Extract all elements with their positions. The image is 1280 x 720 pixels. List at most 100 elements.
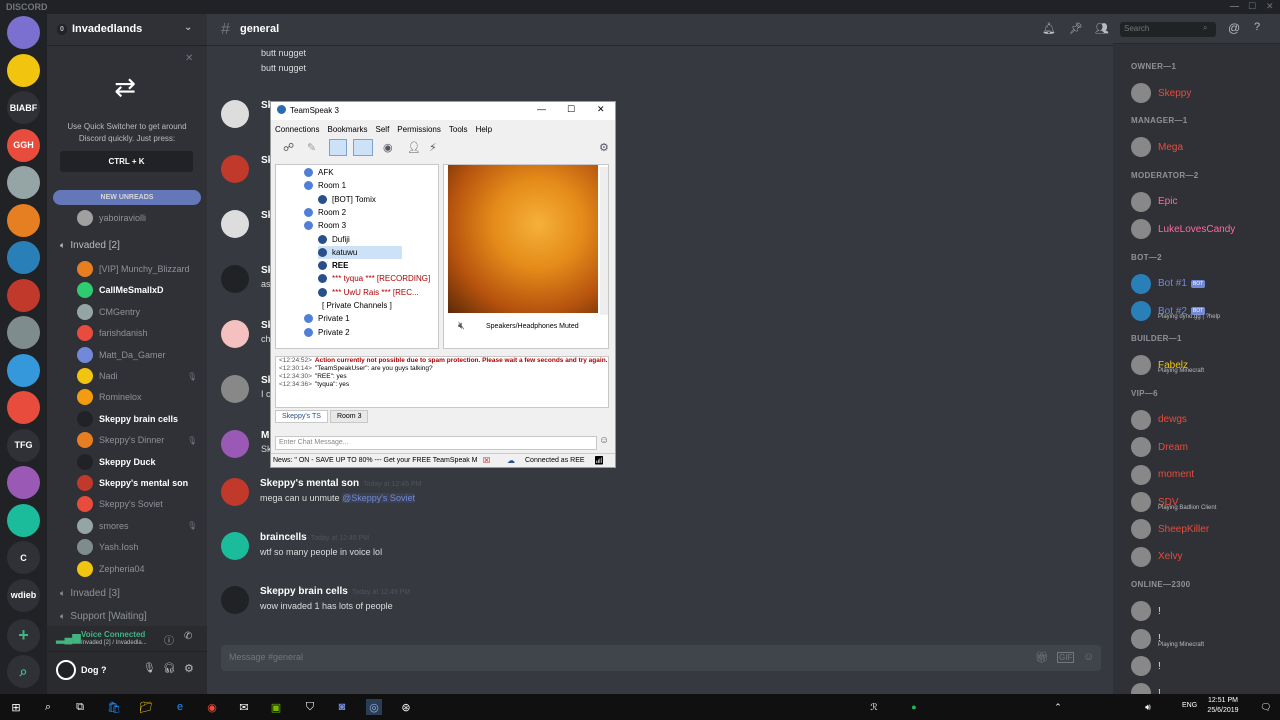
member-item[interactable]: SDV Playing Badlion Client	[1131, 490, 1279, 514]
member-item[interactable]: LukeLovesCandy	[1131, 217, 1279, 241]
ts-user[interactable]: REE	[318, 259, 348, 272]
voice-user[interactable]: Nadi 🎙︎	[47, 366, 207, 386]
help-icon[interactable]: ?	[1254, 21, 1260, 33]
gear-icon[interactable]: ⚙	[184, 662, 194, 675]
connect-icon[interactable]: ☍	[283, 141, 294, 154]
edge-icon[interactable]: e	[172, 699, 188, 715]
avatar[interactable]	[221, 478, 249, 506]
ts-channel[interactable]: Room 2	[304, 206, 346, 219]
ts-maximize-button[interactable]: ☐	[567, 104, 575, 115]
server-icon[interactable]: BIABF	[7, 91, 40, 124]
discord-taskbar-icon[interactable]: ◙	[334, 699, 350, 715]
emoji-icon[interactable]: ☺	[599, 435, 609, 446]
file-explorer-icon[interactable]: 📁︎	[138, 699, 154, 715]
close-icon[interactable]: ✕	[185, 53, 193, 64]
teamspeak-taskbar-icon[interactable]: ◎	[366, 699, 382, 715]
message-author[interactable]: M	[261, 430, 269, 441]
server-icon[interactable]: TFG	[7, 428, 40, 462]
member-item[interactable]: Mega	[1131, 135, 1279, 159]
whisper-icon[interactable]: ⚡︎	[429, 141, 437, 154]
voice-channel-support[interactable]: 🔈︎ Support [Waiting]	[47, 606, 207, 626]
maximize-button[interactable]: ☐	[1248, 1, 1256, 12]
ts-tab[interactable]: Skeppy's TS	[275, 410, 328, 423]
close-button[interactable]: ✕	[1266, 1, 1274, 12]
discover-icon[interactable]: ⌕	[7, 655, 40, 688]
member-item[interactable]: !	[1131, 654, 1279, 678]
mute-speakers-button[interactable]	[353, 139, 373, 156]
voice-channel-invaded-3[interactable]: 🔈︎ Invaded [3]	[47, 583, 207, 603]
store-icon[interactable]: 🛍︎	[106, 699, 122, 715]
volume-icon[interactable]: 🔊︎	[1140, 699, 1156, 715]
voice-user[interactable]: Skeppy Duck	[47, 452, 207, 472]
server-header[interactable]: 0 Invadedlands ⌄	[47, 14, 207, 46]
server-icon[interactable]	[7, 203, 40, 237]
ts-menu-tools[interactable]: Tools	[449, 125, 468, 134]
search-icon[interactable]: ⌕	[40, 699, 56, 715]
voice-user[interactable]: Matt_Da_Gamer	[47, 345, 207, 365]
ts-channel[interactable]: Private 2	[304, 326, 350, 339]
member-item[interactable]: Xelvy	[1131, 545, 1279, 569]
member-item[interactable]: Skeppy	[1131, 81, 1279, 105]
clock-date[interactable]: 25/6/2019	[1204, 707, 1242, 714]
microphone-icon[interactable]: 🎙︎	[143, 663, 156, 674]
member-item[interactable]: Bot #1 BOT	[1131, 272, 1279, 296]
voice-user[interactable]: Rominelox	[47, 387, 207, 407]
gift-icon[interactable]: 🎁︎	[1035, 651, 1049, 664]
server-icon[interactable]	[7, 53, 40, 87]
minimize-button[interactable]: —	[1230, 1, 1239, 11]
server-icon[interactable]	[7, 16, 40, 49]
tray-icon[interactable]: ℛ	[866, 699, 882, 715]
ts-user[interactable]: [BOT] Tomix	[318, 193, 376, 206]
add-server-icon[interactable]: +	[7, 619, 40, 652]
contacts-icon[interactable]: 👤︎	[407, 141, 421, 154]
info-scrollbar[interactable]	[600, 167, 608, 315]
message-author[interactable]: Skeppy brain cells	[260, 586, 348, 597]
server-icon[interactable]	[7, 241, 40, 274]
away-icon[interactable]: ◉	[383, 141, 393, 154]
voice-user[interactable]: CallMeSmallxD	[47, 280, 207, 300]
app-taskbar-icon[interactable]: ⊛	[398, 699, 414, 715]
server-icon[interactable]	[7, 466, 40, 499]
spotify-icon[interactable]: ●	[906, 699, 922, 715]
server-icon[interactable]: wdieb	[7, 578, 40, 612]
ts-user[interactable]: *** UwU Rais *** [REC...	[318, 286, 419, 299]
avatar[interactable]	[221, 320, 249, 348]
message-author[interactable]: braincells	[260, 532, 307, 543]
member-item[interactable]: Dream	[1131, 435, 1279, 459]
server-icon[interactable]	[7, 278, 40, 312]
ts-user[interactable]: Dufiji	[318, 233, 350, 246]
member-item[interactable]: SheepKiller	[1131, 517, 1279, 541]
message-author[interactable]: Skeppy's mental son	[260, 478, 359, 489]
server-icon[interactable]	[7, 353, 40, 387]
member-item[interactable]: !	[1131, 599, 1279, 623]
language-indicator[interactable]: ENG	[1182, 702, 1197, 709]
windows-start-icon[interactable]: ⊞	[8, 699, 24, 715]
voice-user[interactable]: [VIP] Munchy_Blizzard	[47, 259, 207, 279]
avatar[interactable]	[221, 265, 249, 293]
ts-user[interactable]: *** tyqua *** [RECORDING]	[318, 272, 430, 285]
headphones-icon[interactable]: 🎧︎	[163, 663, 176, 674]
avatar[interactable]	[221, 430, 249, 458]
voice-user[interactable]: Skeppy's Soviet	[47, 494, 207, 514]
mention-icon[interactable]: @	[1228, 21, 1240, 35]
settings-icon[interactable]: ⚙	[599, 141, 609, 154]
bell-icon[interactable]: 🔔︎	[1042, 22, 1056, 35]
ts-menu-help[interactable]: Help	[476, 125, 492, 134]
emoji-icon[interactable]: ☺	[1083, 651, 1094, 663]
avatar[interactable]	[221, 155, 249, 183]
notifications-icon[interactable]: 🗨︎	[1258, 699, 1274, 715]
chevron-down-icon[interactable]: ⌄	[184, 22, 192, 33]
server-icon[interactable]	[7, 391, 40, 424]
server-icon[interactable]	[7, 316, 40, 349]
voice-user[interactable]: Zepheria04	[47, 559, 207, 579]
new-unreads-banner[interactable]: NEW UNREADS	[53, 190, 201, 205]
clock-time[interactable]: 12:51 PM	[1206, 697, 1240, 704]
tray-chevron-icon[interactable]: ⌃	[1050, 699, 1066, 715]
ts-menu-connections[interactable]: Connections	[275, 125, 319, 134]
avatar[interactable]	[221, 100, 249, 128]
ts-channel[interactable]: AFK	[304, 166, 334, 179]
ts-close-button[interactable]: ✕	[597, 104, 605, 115]
ts-menu-bookmarks[interactable]: Bookmarks	[327, 125, 367, 134]
voice-user[interactable]: CMGentry	[47, 302, 207, 322]
gif-icon[interactable]: GIF	[1057, 652, 1075, 663]
